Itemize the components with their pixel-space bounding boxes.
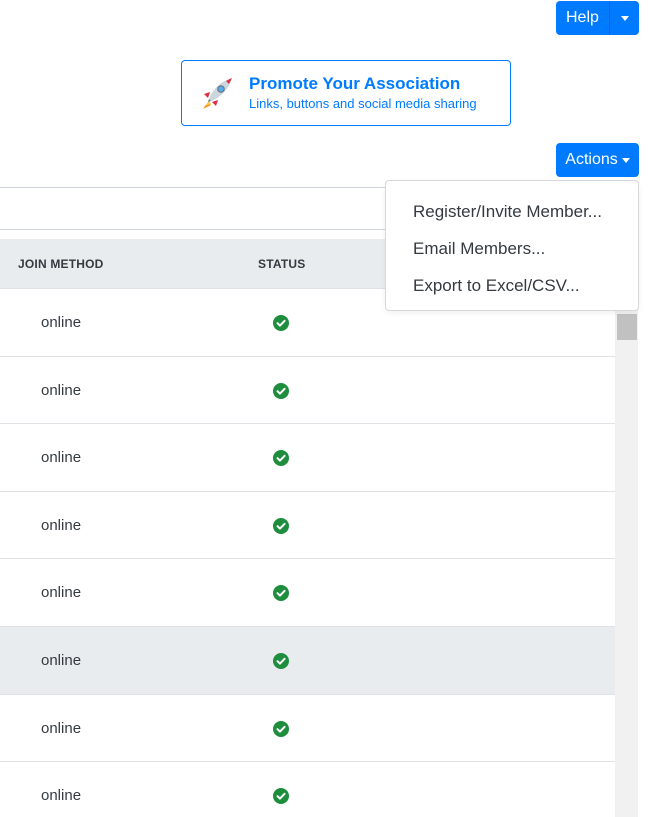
table-scrollbar[interactable]	[615, 289, 638, 817]
table-body: online online online online online onlin…	[0, 289, 615, 817]
check-circle-icon	[273, 720, 289, 737]
help-button-group: Help	[556, 1, 639, 35]
help-button[interactable]: Help	[556, 1, 609, 35]
check-circle-icon	[273, 788, 289, 805]
scrollbar-thumb[interactable]	[617, 314, 637, 340]
join-method-cell: online	[41, 314, 82, 331]
caret-down-icon	[620, 15, 629, 21]
join-method-cell: online	[41, 787, 82, 805]
promote-title: Promote Your Association	[249, 73, 461, 93]
check-circle-icon	[273, 450, 289, 467]
help-dropdown-toggle[interactable]	[609, 1, 639, 35]
join-method-cell: online	[41, 449, 82, 467]
join-method-cell: online	[41, 381, 82, 399]
menu-item-email-members[interactable]: Email Members...	[386, 230, 638, 267]
check-circle-icon	[273, 382, 289, 399]
check-circle-icon	[273, 517, 289, 534]
menu-item-register-invite-member[interactable]: Register/Invite Member...	[386, 193, 638, 230]
actions-dropdown-menu: Register/Invite Member... Email Members.…	[385, 180, 639, 311]
join-method-cell: online	[41, 719, 82, 737]
join-method-cell: online	[41, 651, 82, 669]
column-header-join-method[interactable]: JOIN METHOD	[18, 239, 104, 289]
promote-subtitle: Links, buttons and social media sharing	[249, 95, 477, 111]
rocket-icon	[203, 78, 232, 109]
check-circle-icon	[273, 652, 289, 669]
check-circle-icon	[273, 585, 289, 602]
table-row[interactable]: online	[0, 424, 615, 492]
join-method-cell: online	[41, 516, 82, 534]
caret-down-icon	[621, 157, 630, 163]
promote-association-card[interactable]: Promote Your Association Links, buttons …	[181, 60, 511, 126]
actions-label: Actions	[565, 151, 618, 168]
table-row[interactable]: online	[0, 356, 615, 425]
table-row[interactable]: online	[0, 491, 615, 560]
join-method-cell: online	[41, 584, 82, 602]
table-row[interactable]: online	[0, 762, 615, 817]
table-row[interactable]: online	[0, 559, 615, 627]
column-header-status[interactable]: STATUS	[258, 239, 305, 289]
table-row[interactable]: online	[0, 694, 615, 763]
menu-item-export-excel-csv[interactable]: Export to Excel/CSV...	[386, 267, 638, 304]
table-row[interactable]: online	[0, 626, 615, 695]
check-circle-icon	[273, 315, 289, 331]
actions-button[interactable]: Actions	[556, 143, 639, 177]
promote-text: Promote Your Association Links, buttons …	[249, 74, 477, 113]
